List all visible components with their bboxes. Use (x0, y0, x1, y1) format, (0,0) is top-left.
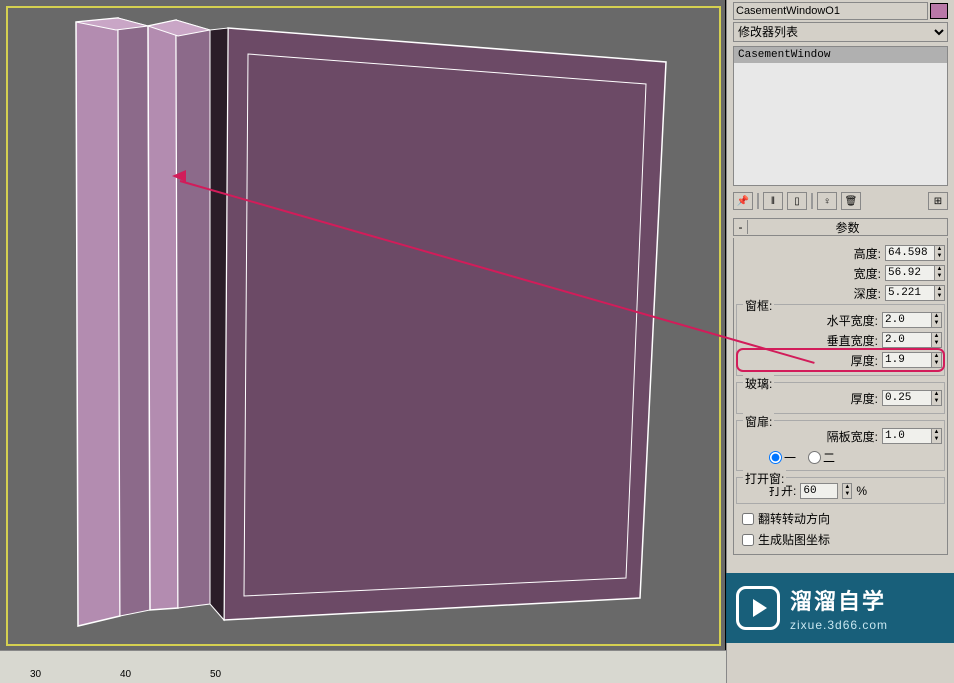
ruler-tick: 40 (120, 669, 131, 680)
play-icon (736, 586, 780, 630)
viewport[interactable] (0, 0, 726, 650)
width-label: 宽度: (736, 265, 885, 282)
hwidth-label: 水平宽度: (739, 312, 882, 329)
depth-input[interactable] (885, 285, 935, 301)
height-label: 高度: (736, 245, 885, 262)
vwidth-spinner[interactable]: ▲▼ (932, 332, 942, 348)
stack-item-casementwindow[interactable]: CasementWindow (734, 47, 947, 63)
frame-legend: 窗框: (743, 297, 774, 314)
width-spinner[interactable]: ▲▼ (935, 265, 945, 281)
param-width: 宽度: ▲▼ (736, 264, 945, 282)
frame-thick-input[interactable] (882, 352, 932, 368)
glass-thick-spinner[interactable]: ▲▼ (932, 390, 942, 406)
timeline-ruler[interactable]: 30 40 50 (0, 650, 726, 683)
depth-spinner[interactable]: ▲▼ (935, 285, 945, 301)
open-input[interactable] (800, 483, 838, 499)
width-input[interactable] (885, 265, 935, 281)
flip-label: 翻转转动方向 (758, 510, 830, 527)
watermark-title: 溜溜自学 (790, 584, 888, 616)
hwidth-input[interactable] (882, 312, 932, 328)
group-open: 打开窗: 打开: ▲▼ % (736, 477, 945, 504)
viewport-active-frame (6, 6, 721, 646)
panel-width-input[interactable] (882, 428, 932, 444)
group-glass: 玻璃: 厚度: ▲▼ (736, 382, 945, 414)
annotation-arrow-head (172, 170, 186, 182)
check-flip-row: 翻转转动方向 (742, 510, 945, 527)
param-vwidth: 垂直宽度: ▲▼ (739, 331, 942, 349)
rollout-collapse-icon[interactable]: - (734, 220, 748, 234)
radio-one[interactable]: 一 (769, 449, 796, 466)
stack-toolbar: 📌 ‖ ▯ ♀ 🗑 ⊞ (733, 190, 948, 212)
glass-thick-label: 厚度: (739, 390, 882, 407)
percent-label: % (856, 484, 867, 498)
object-color-swatch[interactable] (930, 3, 948, 19)
watermark-url: zixue.3d66.com (790, 618, 888, 632)
configure-modifier-sets-button[interactable]: ⊞ (928, 192, 948, 210)
panel-width-spinner[interactable]: ▲▼ (932, 428, 942, 444)
height-spinner[interactable]: ▲▼ (935, 245, 945, 261)
object-name-row (733, 2, 948, 20)
casement-window-model[interactable] (58, 8, 698, 628)
open-spinner[interactable]: ▲▼ (842, 483, 852, 499)
param-height: 高度: ▲▼ (736, 244, 945, 262)
group-sash: 窗扉: 隔板宽度: ▲▼ 一 二 (736, 420, 945, 471)
height-input[interactable] (885, 245, 935, 261)
vwidth-input[interactable] (882, 332, 932, 348)
modifier-stack[interactable]: CasementWindow (733, 46, 948, 186)
toolbar-separator (757, 193, 759, 209)
ruler-tick: 50 (210, 669, 221, 680)
hwidth-spinner[interactable]: ▲▼ (932, 312, 942, 328)
watermark: 溜溜自学 zixue.3d66.com (726, 573, 954, 643)
uv-label: 生成贴图坐标 (758, 531, 830, 548)
radio-one-input[interactable] (769, 451, 782, 464)
flip-checkbox[interactable] (742, 513, 754, 525)
object-name-input[interactable] (733, 2, 928, 20)
watermark-text: 溜溜自学 zixue.3d66.com (790, 584, 888, 632)
rollout-body-parameters: 高度: ▲▼ 宽度: ▲▼ 深度: ▲▼ 窗框: 水平宽度: (733, 238, 948, 555)
param-frame-thickness: 厚度: ▲▼ (739, 351, 942, 369)
ruler-tick: 30 (30, 669, 41, 680)
modifier-list: 修改器列表 (733, 22, 948, 42)
open-legend: 打开窗: (743, 470, 786, 487)
modifier-list-dropdown[interactable]: 修改器列表 (733, 22, 948, 42)
glass-legend: 玻璃: (743, 375, 774, 392)
show-end-result-button[interactable]: ‖ (763, 192, 783, 210)
frame-thick-spinner[interactable]: ▲▼ (932, 352, 942, 368)
uv-checkbox[interactable] (742, 534, 754, 546)
panel-width-label: 隔板宽度: (739, 428, 882, 445)
pin-stack-button[interactable]: 📌 (733, 192, 753, 210)
check-uv-row: 生成贴图坐标 (742, 531, 945, 548)
rollout-title: 参数 (748, 219, 947, 236)
sash-count-radios: 一 二 (739, 449, 942, 466)
make-unique-button[interactable]: ▯ (787, 192, 807, 210)
glass-thick-input[interactable] (882, 390, 932, 406)
radio-two[interactable]: 二 (808, 449, 835, 466)
trash-button[interactable]: 🗑 (841, 192, 861, 210)
toolbar-separator (811, 193, 813, 209)
group-frame: 窗框: 水平宽度: ▲▼ 垂直宽度: ▲▼ 厚度: ▲▼ (736, 304, 945, 376)
sash-legend: 窗扉: (743, 413, 774, 430)
remove-modifier-button[interactable]: ♀ (817, 192, 837, 210)
rollout-header-parameters[interactable]: - 参数 (733, 218, 948, 236)
radio-two-input[interactable] (808, 451, 821, 464)
